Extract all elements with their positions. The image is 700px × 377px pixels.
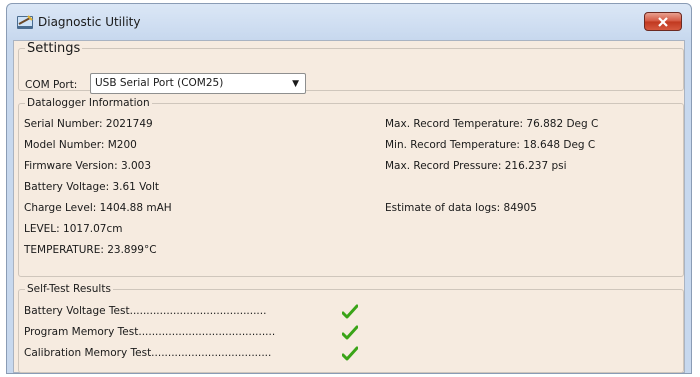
battery-voltage-test-label: Battery Voltage Test....................… — [24, 305, 267, 317]
charge-level: Charge Level: 1404.88 mAH — [24, 202, 172, 214]
client-area: Settings COM Port: USB Serial Port (COM2… — [13, 40, 685, 373]
min-record-temperature: Min. Record Temperature: 18.648 Deg C — [385, 139, 596, 151]
settings-group: Settings COM Port: USB Serial Port (COM2… — [18, 41, 684, 94]
self-test-group: Self-Test Results Battery Voltage Test..… — [18, 283, 684, 373]
max-record-pressure: Max. Record Pressure: 216.237 psi — [385, 160, 567, 172]
checkmark-icon — [342, 346, 358, 361]
com-port-value: USB Serial Port (COM25) — [95, 77, 224, 89]
estimate-data-logs: Estimate of data logs: 84905 — [385, 202, 537, 214]
chevron-down-icon: ▼ — [292, 79, 299, 89]
window-title: Diagnostic Utility — [38, 15, 141, 29]
diagnostic-utility-window: Diagnostic Utility Settings COM Port: US… — [6, 3, 692, 374]
datalogger-info-group: Datalogger Information Serial Number: 20… — [18, 97, 684, 277]
diagnostic-tool-icon — [17, 15, 33, 29]
checkmark-icon — [342, 325, 358, 340]
max-record-temperature: Max. Record Temperature: 76.882 Deg C — [385, 118, 599, 130]
close-icon — [658, 16, 668, 27]
settings-legend: Settings — [27, 41, 81, 56]
model-number: Model Number: M200 — [24, 139, 137, 151]
level-reading: LEVEL: 1017.07cm — [24, 223, 123, 235]
checkmark-icon — [342, 304, 358, 319]
close-button[interactable] — [644, 12, 682, 31]
temperature-reading: TEMPERATURE: 23.899°C — [24, 244, 157, 256]
firmware-version: Firmware Version: 3.003 — [24, 160, 152, 172]
com-port-select[interactable]: USB Serial Port (COM25) ▼ — [90, 73, 306, 94]
calibration-memory-test-label: Calibration Memory Test.................… — [24, 347, 272, 359]
program-memory-test-label: Program Memory Test.....................… — [24, 326, 276, 338]
self-test-legend: Self-Test Results — [27, 283, 111, 295]
battery-voltage: Battery Voltage: 3.61 Volt — [24, 181, 160, 193]
serial-number: Serial Number: 2021749 — [24, 118, 153, 130]
com-port-label: COM Port: — [25, 79, 78, 91]
datalogger-legend: Datalogger Information — [27, 97, 150, 109]
title-bar[interactable]: Diagnostic Utility — [7, 4, 691, 40]
